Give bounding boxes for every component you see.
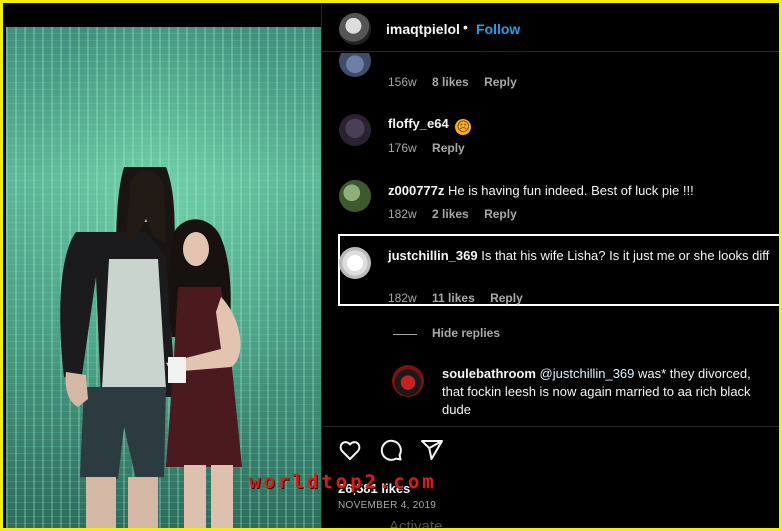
commenter-avatar[interactable] (339, 247, 371, 279)
watermark-text: worldtop2.com (249, 471, 437, 493)
reply-button[interactable]: Reply (484, 75, 517, 89)
reply-button[interactable]: Reply (490, 291, 523, 305)
author-avatar[interactable] (339, 13, 371, 45)
comment-body: floffy_e64 ☹ (388, 115, 768, 135)
os-activation-overlay: Activate (389, 518, 443, 531)
post-photo (6, 27, 321, 528)
commenter-username[interactable]: floffy_e64 (388, 116, 449, 131)
hide-replies-button[interactable]: Hide replies (432, 326, 500, 340)
commenter-username[interactable]: z000777z (388, 183, 444, 198)
comment-likes[interactable]: 8 likes (432, 75, 469, 89)
screenshot-frame: imaqtpielol • Follow 156w 8 likes Reply … (0, 0, 782, 531)
comment-body: justchillin_369 Is that his wife Lisha? … (388, 247, 773, 265)
comment-text: Is that his wife Lisha? Is it just me or… (481, 248, 770, 263)
photo-top-bar (6, 6, 321, 27)
actions-divider (322, 426, 779, 427)
comment-time[interactable]: 182w (388, 291, 417, 305)
comment-body: z000777z He is having fun indeed. Best o… (388, 182, 768, 200)
comment-meta: 182w 2 likes Reply (388, 207, 529, 221)
reply-body: soulebathroom @justchillin_369 was* they… (442, 365, 772, 419)
share-icon[interactable] (420, 438, 444, 462)
heart-icon[interactable] (338, 438, 362, 462)
comment-time[interactable]: 176w (388, 141, 417, 155)
comment-text: He is having fun indeed. Best of luck pi… (448, 183, 694, 198)
header-separator: • (463, 19, 468, 35)
comment-icon[interactable] (379, 438, 403, 462)
commenter-username[interactable]: justchillin_369 (388, 248, 478, 263)
comment-meta: 182w 11 likes Reply (388, 291, 535, 305)
comment-time[interactable]: 156w (388, 75, 417, 89)
commenter-avatar[interactable] (339, 53, 371, 77)
reply-username[interactable]: soulebathroom (442, 366, 536, 381)
commenter-avatar[interactable] (339, 114, 371, 146)
post-date: NOVEMBER 4, 2019 (338, 500, 437, 511)
comment-meta: 176w Reply (388, 141, 477, 155)
comment-time[interactable]: 182w (388, 207, 417, 221)
follow-button[interactable]: Follow (476, 21, 520, 37)
post-actions (338, 438, 444, 464)
comments-list[interactable]: 156w 8 likes Reply floffy_e64 ☹ 176w Rep… (322, 53, 779, 426)
photo-people-illustration (60, 167, 242, 528)
post-header: imaqtpielol • Follow (322, 6, 779, 52)
author-username[interactable]: imaqtpielol (386, 21, 460, 37)
comment-meta: 156w 8 likes Reply (388, 75, 529, 89)
commenter-avatar[interactable] (339, 180, 371, 212)
reply-avatar[interactable] (392, 365, 424, 397)
comment-likes[interactable]: 2 likes (432, 207, 469, 221)
reply-button[interactable]: Reply (484, 207, 517, 221)
hide-replies-line (393, 334, 417, 335)
post-sidebar: imaqtpielol • Follow 156w 8 likes Reply … (321, 6, 779, 528)
comment-likes[interactable]: 11 likes (432, 291, 475, 305)
reply-mention[interactable]: @justchillin_369 (540, 366, 635, 381)
reply-button[interactable]: Reply (432, 141, 465, 155)
frown-emoji: ☹ (455, 119, 472, 135)
